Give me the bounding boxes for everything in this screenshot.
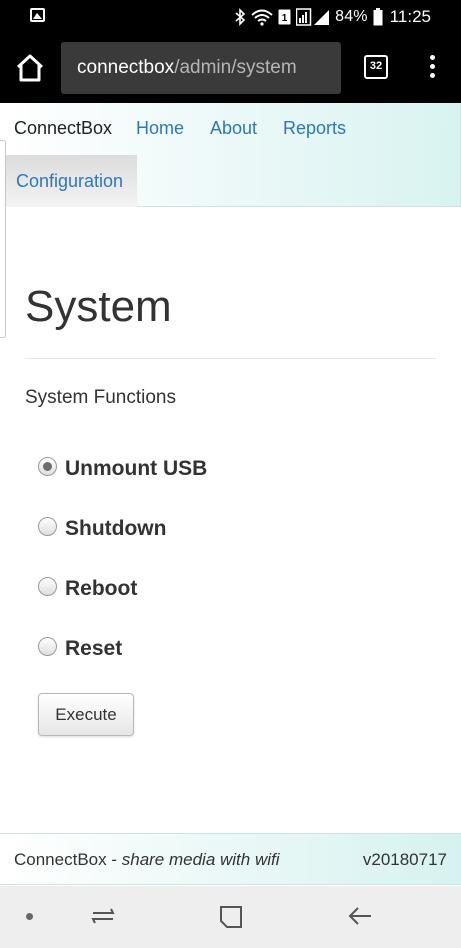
android-nav-bar (0, 886, 461, 948)
url-path: /admin/system (174, 57, 297, 78)
option-reboot[interactable]: Reboot (38, 576, 138, 601)
tab-count: 32 (369, 60, 383, 72)
footer: ConnectBox - share media with wifi v2018… (0, 833, 461, 885)
radio-reboot[interactable] (38, 576, 57, 596)
sim-icon: 1 (278, 9, 291, 24)
option-unmount-usb[interactable]: Unmount USB (38, 456, 208, 481)
clock: 11:25 (389, 6, 431, 26)
option-reset[interactable]: Reset (38, 636, 123, 661)
option-shutdown[interactable]: Shutdown (38, 516, 167, 541)
nav-link-about[interactable]: About (210, 118, 257, 139)
gallery-icon (30, 8, 45, 22)
home-square-icon[interactable] (219, 905, 243, 929)
battery-icon (373, 7, 383, 25)
home-icon[interactable] (14, 53, 46, 83)
option-label: Shutdown (65, 517, 167, 540)
nav-link-reports[interactable]: Reports (283, 118, 346, 139)
page-title: System (25, 282, 172, 331)
svg-text:1: 1 (282, 13, 288, 24)
option-label: Unmount USB (65, 457, 208, 480)
section-title: System Functions (25, 387, 176, 408)
nav-link-home[interactable]: Home (136, 118, 184, 139)
browser-toolbar: connectbox/admin/system 32 (0, 33, 461, 103)
option-label: Reboot (65, 577, 138, 600)
tabs-icon[interactable]: 32 (364, 55, 388, 79)
execute-button[interactable]: Execute (38, 693, 134, 736)
bluetooth-icon (235, 7, 246, 26)
more-vert-icon[interactable] (425, 55, 439, 81)
footer-brand: ConnectBox (14, 850, 107, 869)
back-arrow-icon[interactable] (347, 905, 373, 927)
divider (25, 358, 436, 359)
footer-tagline: ConnectBox - share media with wifi (14, 850, 280, 870)
nav-link-configuration[interactable]: Configuration (0, 155, 137, 207)
radio-shutdown[interactable] (38, 516, 57, 536)
url-host: connectbox (77, 57, 175, 78)
recents-icon[interactable] (90, 904, 116, 928)
radio-reset[interactable] (38, 636, 57, 656)
side-panel-edge[interactable] (0, 140, 6, 338)
screen: 1 84% 11:25 connectbox/admin/system 32 C… (0, 0, 461, 948)
navbar-brand[interactable]: ConnectBox (14, 118, 112, 139)
status-icons: 1 84% 11:25 (234, 0, 461, 33)
battery-percent: 84% (335, 7, 368, 25)
signal-icon (296, 7, 330, 26)
footer-separator: - (106, 850, 122, 869)
footer-version: v20180717 (362, 850, 447, 869)
status-bar: 1 84% 11:25 (0, 0, 461, 33)
radio-unmount-usb[interactable] (38, 456, 57, 476)
site-navbar: ConnectBox Home About Reports Configurat… (0, 103, 461, 207)
url-bar[interactable]: connectbox/admin/system (61, 42, 341, 94)
dot-icon[interactable] (26, 913, 33, 920)
option-label: Reset (65, 637, 123, 660)
footer-tagline-text: share media with wifi (121, 850, 280, 869)
wifi-icon (251, 9, 273, 26)
